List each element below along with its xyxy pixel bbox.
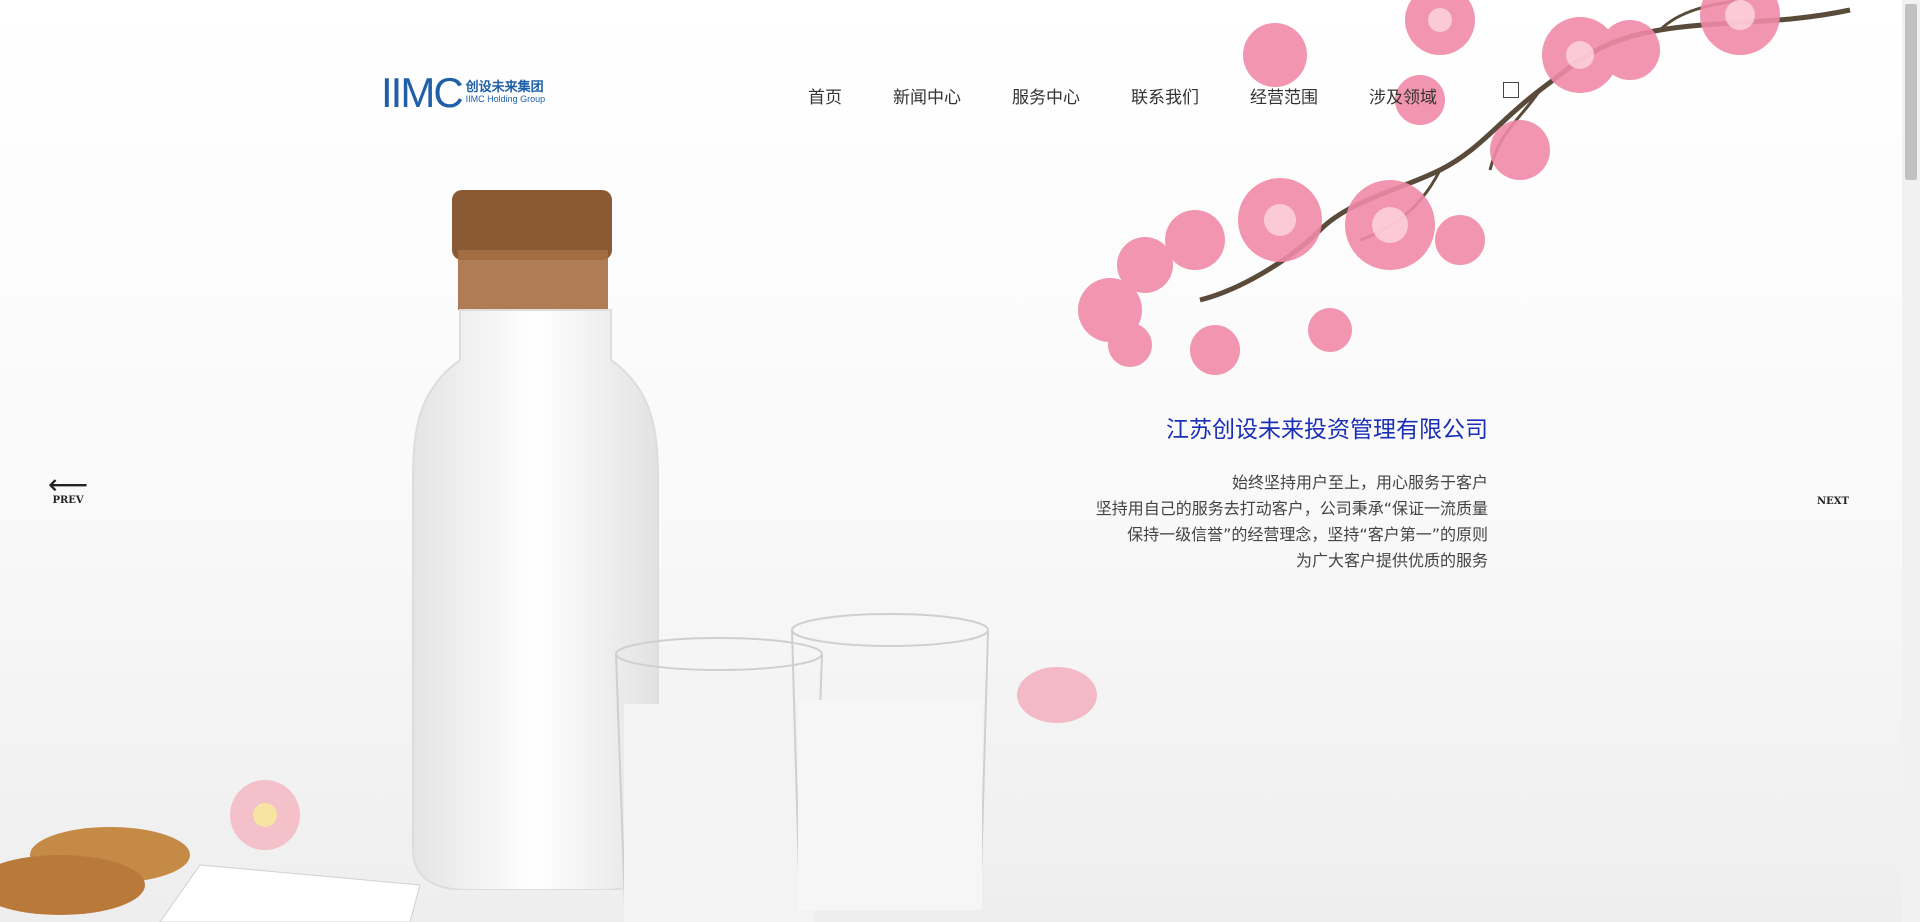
- hero-banner: IIMC 创设未来集团 IIMC Holding Group 首页 新闻中心 服…: [0, 0, 1902, 922]
- logo-cn-text: 创设未来集团: [465, 80, 544, 96]
- main-nav: 首页 新闻中心 服务中心 联系我们 经营范围 涉及领域: [808, 83, 1488, 108]
- logo-mark: IIMC: [381, 69, 464, 116]
- nav-item-services[interactable]: 服务中心: [1012, 83, 1080, 108]
- hero-description-line: 始终坚持用户至上，用心服务于客户: [1231, 473, 1488, 492]
- hero-description-line: 坚持用自己的服务去打动客户，公司秉承“保证一流质量: [1095, 499, 1488, 518]
- logo-text: 创设未来集团 IIMC Holding Group: [466, 81, 546, 104]
- next-label: NEXT: [1817, 496, 1849, 507]
- prev-slide-button[interactable]: ⟵ PREV: [48, 468, 89, 507]
- hero-description: 始终坚持用户至上，用心服务于客户 坚持用自己的服务去打动客户，公司秉承“保证一流…: [1096, 470, 1488, 574]
- hero-description-line: 为广大客户提供优质的服务: [1295, 551, 1488, 570]
- page-scrollbar[interactable]: [1902, 0, 1920, 922]
- nav-item-home[interactable]: 首页: [808, 83, 842, 108]
- hero-description-line: 保持一级信誉”的经营理念，坚持“客户第一”的原则: [1127, 525, 1488, 544]
- logo-en-text: IIMC Holding Group: [465, 94, 546, 105]
- arrow-left-icon: ⟵: [48, 468, 89, 501]
- cookies-illustration: [0, 780, 420, 922]
- petal-illustration: [1017, 667, 1097, 723]
- nav-item-fields[interactable]: 涉及领域: [1369, 83, 1437, 108]
- nav-item-business-scope[interactable]: 经营范围: [1250, 83, 1318, 108]
- search-icon[interactable]: [1503, 82, 1519, 98]
- scrollbar-thumb[interactable]: [1905, 4, 1917, 180]
- next-slide-button[interactable]: NEXT: [1817, 496, 1849, 507]
- logo[interactable]: IIMC 创设未来集团 IIMC Holding Group: [381, 72, 545, 114]
- prev-label: PREV: [52, 495, 84, 506]
- milk-glass-illustration: [791, 613, 989, 910]
- nav-item-news[interactable]: 新闻中心: [893, 83, 961, 108]
- nav-item-contact[interactable]: 联系我们: [1131, 83, 1199, 108]
- hero-title: 江苏创设未来投资管理有限公司: [1166, 417, 1488, 443]
- cherry-blossom-illustration: [1078, 0, 1851, 375]
